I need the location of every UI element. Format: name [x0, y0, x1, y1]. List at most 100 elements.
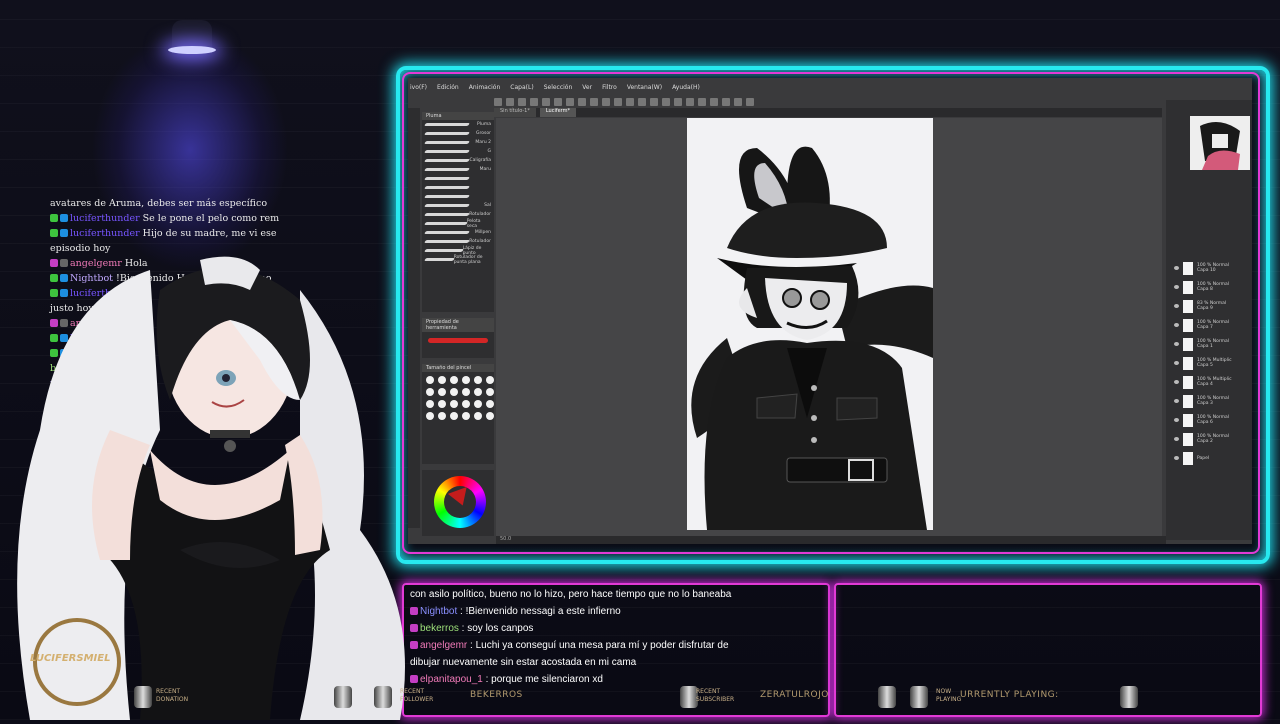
- brush-item[interactable]: Sal: [422, 201, 494, 210]
- layer-row[interactable]: 100 % Normal Capa 10: [1174, 260, 1250, 276]
- brush-size-option[interactable]: [462, 388, 470, 396]
- layer-row[interactable]: 83 % Normal Capa 9: [1174, 298, 1250, 314]
- brush-size-option[interactable]: [474, 412, 482, 420]
- toolbar-command-icon[interactable]: [734, 98, 742, 106]
- brush-item[interactable]: [422, 174, 494, 183]
- eye-icon[interactable]: [1174, 361, 1179, 365]
- toolbar-command-icon[interactable]: [686, 98, 694, 106]
- toolbar-command-icon[interactable]: [746, 98, 754, 106]
- brush-item[interactable]: Pluma: [422, 120, 494, 129]
- drawing-canvas[interactable]: [687, 118, 933, 530]
- brush-size-option[interactable]: [474, 388, 482, 396]
- toolbar-command-icon[interactable]: [638, 98, 646, 106]
- toolbar-command-icon[interactable]: [602, 98, 610, 106]
- chat-username[interactable]: bekerros: [420, 623, 459, 634]
- brush-item[interactable]: G: [422, 147, 494, 156]
- menu-item[interactable]: Selección: [544, 84, 573, 96]
- eye-icon[interactable]: [1174, 437, 1179, 441]
- brush-item[interactable]: Maru: [422, 165, 494, 174]
- canvas-tab[interactable]: Sin título-1*: [494, 108, 536, 117]
- toolbar-command-icon[interactable]: [626, 98, 634, 106]
- brush-size-option[interactable]: [486, 412, 494, 420]
- toolbar-command-icon[interactable]: [662, 98, 670, 106]
- eye-icon[interactable]: [1174, 304, 1179, 308]
- toolbar-command-icon[interactable]: [530, 98, 538, 106]
- brush-size-option[interactable]: [450, 412, 458, 420]
- eye-icon[interactable]: [1174, 285, 1179, 289]
- toolbar-command-icon[interactable]: [674, 98, 682, 106]
- brush-size-option[interactable]: [462, 376, 470, 384]
- brush-size-option[interactable]: [486, 388, 494, 396]
- layer-row[interactable]: 100 % Normal Capa 6: [1174, 412, 1250, 428]
- toolbar-command-icon[interactable]: [566, 98, 574, 106]
- eye-icon[interactable]: [1174, 418, 1179, 422]
- brush-item[interactable]: Millpen: [422, 228, 494, 237]
- brush-item[interactable]: Rotulador de punta plana: [422, 255, 494, 265]
- brush-item[interactable]: [422, 183, 494, 192]
- brush-size-option[interactable]: [450, 400, 458, 408]
- brush-item[interactable]: Caligrafía: [422, 156, 494, 165]
- toolbar-command-icon[interactable]: [710, 98, 718, 106]
- eye-icon[interactable]: [1174, 456, 1179, 460]
- brush-size-option[interactable]: [438, 388, 446, 396]
- brush-size-option[interactable]: [426, 412, 434, 420]
- eye-icon[interactable]: [1174, 266, 1179, 270]
- brush-size-option[interactable]: [438, 412, 446, 420]
- brush-size-option[interactable]: [462, 400, 470, 408]
- brush-size-option[interactable]: [486, 376, 494, 384]
- canvas-tab[interactable]: Luciferm*: [539, 108, 577, 117]
- layers-panel: 100 % Normal Capa 10 100 % Normal Capa 8 83 …: [1166, 100, 1252, 540]
- toolbar-command-icon[interactable]: [614, 98, 622, 106]
- toolbar-command-icon[interactable]: [722, 98, 730, 106]
- brush-size-option[interactable]: [426, 376, 434, 384]
- brush-size-option[interactable]: [450, 388, 458, 396]
- eye-icon[interactable]: [1174, 399, 1179, 403]
- toolbar-command-icon[interactable]: [590, 98, 598, 106]
- toolbar-command-icon[interactable]: [506, 98, 514, 106]
- layer-row[interactable]: 100 % Multiplic Capa 5: [1174, 355, 1250, 371]
- chat-username[interactable]: luciferthunder: [70, 213, 140, 224]
- eye-icon[interactable]: [1174, 342, 1179, 346]
- layer-row[interactable]: 100 % Multiplic Capa 4: [1174, 374, 1250, 390]
- brush-size-option[interactable]: [438, 376, 446, 384]
- layer-row[interactable]: Papel: [1174, 450, 1250, 466]
- brush-size-option[interactable]: [486, 400, 494, 408]
- menu-item[interactable]: Ventana(W): [627, 84, 662, 96]
- menu-item[interactable]: ivo(F): [410, 84, 427, 96]
- chat-username[interactable]: angelgemr: [420, 640, 467, 651]
- brush-size-option[interactable]: [462, 412, 470, 420]
- brush-size-option[interactable]: [450, 376, 458, 384]
- menu-item[interactable]: Ayuda(H): [672, 84, 700, 96]
- brush-item[interactable]: Pelota seca: [422, 219, 494, 229]
- menu-item[interactable]: Edición: [437, 84, 459, 96]
- eye-icon[interactable]: [1174, 323, 1179, 327]
- layer-row[interactable]: 100 % Normal Capa 8: [1174, 279, 1250, 295]
- menu-item[interactable]: Filtro: [602, 84, 617, 96]
- layer-row[interactable]: 100 % Normal Capa 7: [1174, 317, 1250, 333]
- toolbar-command-icon[interactable]: [650, 98, 658, 106]
- toolbar-command-icon[interactable]: [554, 98, 562, 106]
- brush-size-option[interactable]: [426, 400, 434, 408]
- brush-size-option[interactable]: [426, 388, 434, 396]
- brush-size-option[interactable]: [474, 400, 482, 408]
- toolbar-command-icon[interactable]: [578, 98, 586, 106]
- toolbar-command-icon[interactable]: [518, 98, 526, 106]
- menu-item[interactable]: Animación: [469, 84, 501, 96]
- brush-item[interactable]: Grosor: [422, 129, 494, 138]
- toolbar-command-icon[interactable]: [698, 98, 706, 106]
- eye-icon[interactable]: [1174, 380, 1179, 384]
- layer-row[interactable]: 100 % Normal Capa 1: [1174, 336, 1250, 352]
- layer-row[interactable]: 100 % Normal Capa 2: [1174, 431, 1250, 447]
- brush-size-option[interactable]: [438, 400, 446, 408]
- layer-row[interactable]: 100 % Normal Capa 3: [1174, 393, 1250, 409]
- menu-item[interactable]: Ver: [582, 84, 592, 96]
- chat-username[interactable]: Nightbot: [420, 606, 457, 617]
- menu-item[interactable]: Capa(L): [510, 84, 533, 96]
- brush-size-option[interactable]: [474, 376, 482, 384]
- recent-follower-value: BEKERROS: [470, 690, 523, 700]
- layer-name: Capa 2: [1197, 439, 1213, 444]
- toolbar-command-icon[interactable]: [494, 98, 502, 106]
- toolbar-command-icon[interactable]: [542, 98, 550, 106]
- brush-item[interactable]: [422, 192, 494, 201]
- brush-item[interactable]: Maru 2: [422, 138, 494, 147]
